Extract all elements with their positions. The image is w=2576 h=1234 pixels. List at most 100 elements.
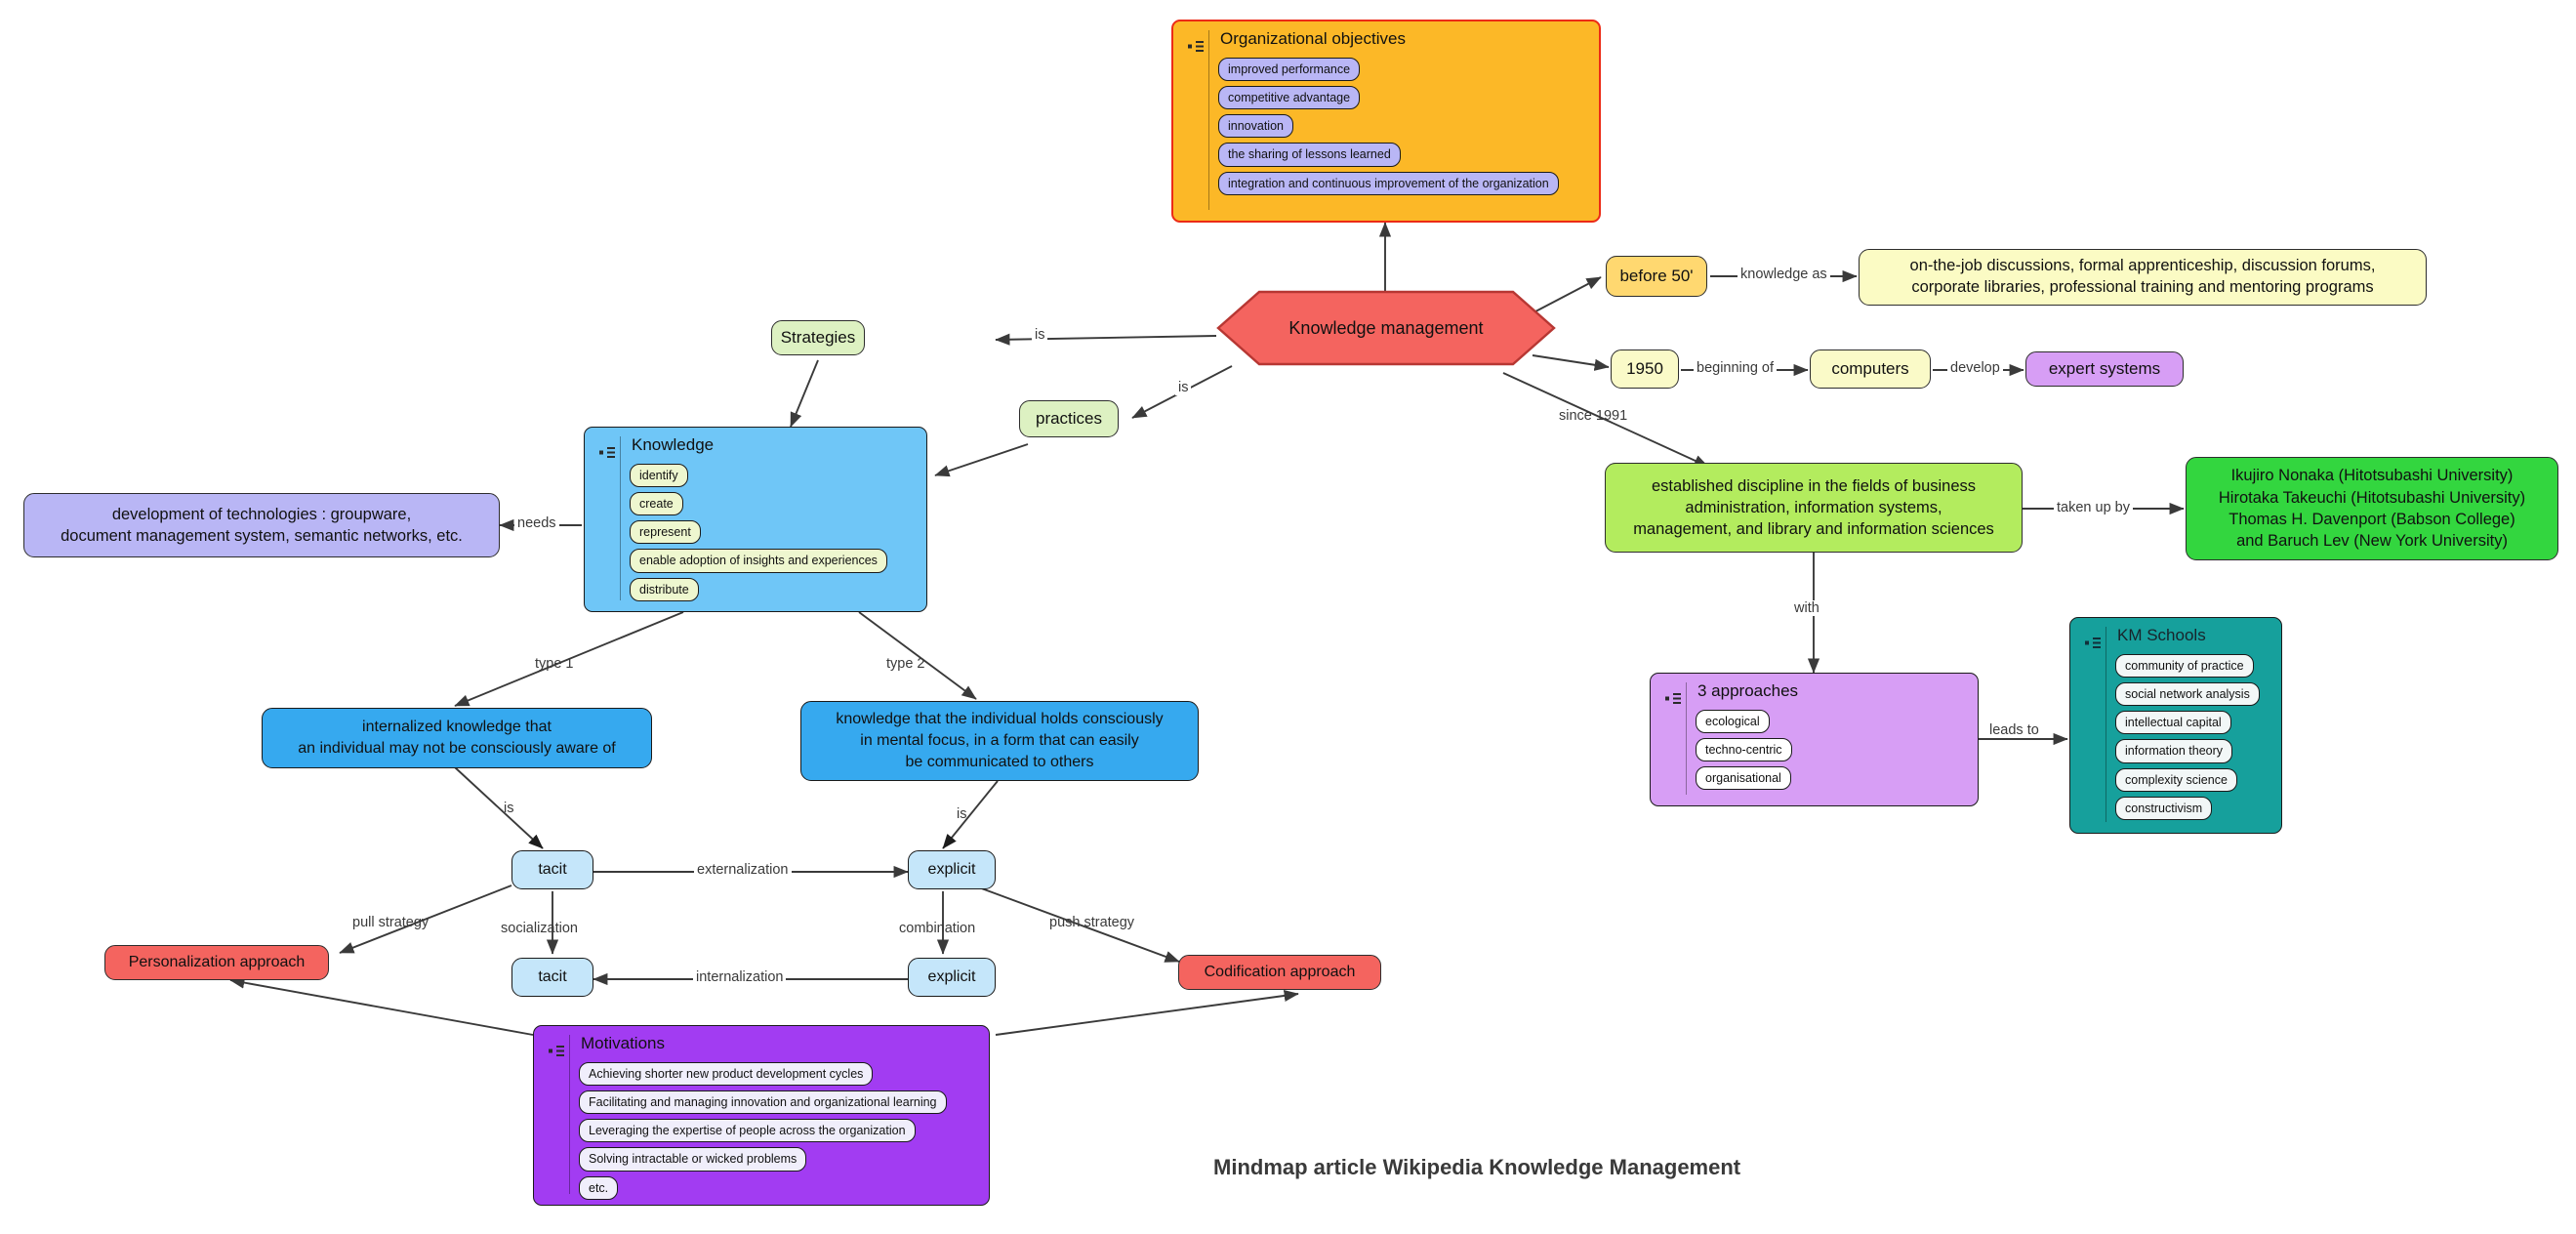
- edge-label-socialization: socialization: [501, 921, 578, 936]
- compound-title: KM Schools: [2117, 626, 2206, 644]
- node-personalization-approach[interactable]: Personalization approach: [104, 945, 329, 980]
- chip-item[interactable]: create: [630, 492, 683, 516]
- chip-item[interactable]: integration and continuous improvement o…: [1218, 171, 1559, 195]
- node-label: computers: [1831, 359, 1909, 378]
- edge-label-type-2: type 2: [886, 656, 925, 672]
- chip-item[interactable]: information theory: [2115, 739, 2233, 763]
- edge-label-is-explicit: is: [957, 806, 967, 822]
- compound-km-schools[interactable]: KM Schools community of practice social …: [2069, 617, 2282, 834]
- node-line-3: be communicated to others: [905, 754, 1094, 771]
- node-expert-systems[interactable]: expert systems: [2025, 351, 2184, 387]
- node-researchers[interactable]: Ikujiro Nonaka (Hitotsubashi University)…: [2186, 457, 2558, 560]
- compound-title: 3 approaches: [1697, 681, 1799, 700]
- node-line-2: Hirotaka Takeuchi (Hitotsubashi Universi…: [2218, 488, 2526, 507]
- edge-label-internalization: internalization: [693, 969, 787, 985]
- chip-item[interactable]: ecological: [1696, 710, 1770, 734]
- node-practices[interactable]: practices: [1019, 400, 1119, 437]
- node-tacit-knowledge-definition[interactable]: internalized knowledge that an individua…: [262, 708, 652, 768]
- divider: [620, 436, 621, 600]
- edge-label-is-strategies: is: [1032, 327, 1048, 343]
- chip-item[interactable]: Solving intractable or wicked problems: [579, 1147, 807, 1172]
- node-line-2: document management system, semantic net…: [61, 527, 463, 545]
- node-line-2: corporate libraries, professional traini…: [1911, 278, 2374, 296]
- list-menu-icon: [2080, 625, 2106, 824]
- mindmap-canvas: Knowledge management Organizational obje…: [0, 0, 2576, 1234]
- chip-item[interactable]: community of practice: [2115, 654, 2254, 679]
- edge-label-pull-strategy: pull strategy: [352, 915, 429, 930]
- edge-label-push-strategy: push strategy: [1049, 915, 1135, 930]
- root-label: Knowledge management: [1288, 317, 1484, 338]
- node-line-2: in mental focus, in a form that can easi…: [860, 731, 1139, 749]
- node-label: Codification approach: [1204, 964, 1356, 980]
- chip-item[interactable]: the sharing of lessons learned: [1218, 143, 1401, 167]
- edge-label-beginning-of: beginning of: [1694, 360, 1778, 376]
- node-codification-approach[interactable]: Codification approach: [1178, 955, 1381, 990]
- node-label: practices: [1035, 409, 1103, 428]
- compound-motivations[interactable]: Motivations Achieving shorter new produc…: [533, 1025, 990, 1206]
- root-node-knowledge-management[interactable]: Knowledge management: [1216, 290, 1556, 366]
- node-line-4: and Baruch Lev (New York University): [2236, 532, 2508, 551]
- node-before-50s[interactable]: before 50': [1606, 256, 1707, 297]
- divider: [569, 1035, 570, 1194]
- chip-item[interactable]: Facilitating and managing innovation and…: [579, 1090, 947, 1115]
- node-line-1: knowledge that the individual holds cons…: [836, 710, 1164, 727]
- node-tacit-bottom[interactable]: tacit: [511, 958, 593, 997]
- node-year-1950[interactable]: 1950: [1611, 350, 1679, 389]
- edge-label-knowledge-as: knowledge as: [1738, 267, 1830, 282]
- chip-item[interactable]: constructivism: [2115, 796, 2213, 820]
- node-line-1: development of technologies : groupware,: [111, 505, 412, 523]
- divider: [1208, 30, 1209, 210]
- list-menu-glyph: [1188, 41, 1204, 52]
- edge-label-type-1: type 1: [535, 656, 574, 672]
- node-label: explicit: [927, 968, 976, 985]
- list-menu-glyph: [599, 447, 615, 458]
- chip-item[interactable]: distribute: [630, 577, 699, 601]
- footer-title: Mindmap article Wikipedia Knowledge Mana…: [1213, 1155, 1741, 1179]
- edge-label-leads-to: leads to: [1986, 722, 2042, 738]
- node-line-1: Ikujiro Nonaka (Hitotsubashi University): [2230, 467, 2514, 485]
- edge-label-taken-up-by: taken up by: [2054, 500, 2133, 515]
- edge-label-develop: develop: [1947, 360, 2003, 376]
- chip-item[interactable]: represent: [630, 520, 701, 545]
- node-established-discipline[interactable]: established discipline in the fields of …: [1605, 463, 2023, 553]
- chip-item[interactable]: identify: [630, 464, 688, 488]
- compound-organizational-objectives[interactable]: Organizational objectives improved perfo…: [1171, 20, 1601, 223]
- node-technologies[interactable]: development of technologies : groupware,…: [23, 493, 500, 557]
- chip-item[interactable]: intellectual capital: [2115, 711, 2231, 735]
- divider: [1686, 682, 1687, 795]
- node-explicit-top[interactable]: explicit: [908, 850, 996, 889]
- chip-item[interactable]: etc.: [579, 1175, 619, 1200]
- chip-item[interactable]: competitive advantage: [1218, 86, 1361, 110]
- chip-item[interactable]: innovation: [1218, 114, 1293, 139]
- node-strategies[interactable]: Strategies: [771, 320, 865, 355]
- edge-label-is-practices: is: [1175, 380, 1192, 395]
- chip-item[interactable]: Achieving shorter new product developmen…: [579, 1062, 874, 1087]
- chip-item[interactable]: social network analysis: [2115, 682, 2260, 707]
- chip-item[interactable]: organisational: [1696, 766, 1791, 791]
- node-knowledge-as-methods[interactable]: on-the-job discussions, formal apprentic…: [1859, 249, 2427, 306]
- node-label: tacit: [538, 968, 567, 985]
- chip-item[interactable]: Leveraging the expertise of people acros…: [579, 1119, 916, 1143]
- compound-title: Knowledge: [632, 435, 715, 454]
- list-menu-icon: [1183, 28, 1208, 212]
- list-menu-glyph: [2085, 638, 2101, 648]
- node-line-2: an individual may not be consciously awa…: [298, 740, 616, 757]
- node-explicit-bottom[interactable]: explicit: [908, 958, 996, 997]
- compound-title: Motivations: [581, 1034, 665, 1052]
- chip-item[interactable]: improved performance: [1218, 58, 1361, 82]
- chip-item[interactable]: enable adoption of insights and experien…: [630, 549, 887, 573]
- node-line-1: internalized knowledge that: [362, 718, 552, 735]
- chip-item[interactable]: techno-centric: [1696, 738, 1792, 762]
- compound-knowledge[interactable]: Knowledge identify create represent enab…: [584, 427, 927, 612]
- node-line-1: established discipline in the fields of …: [1651, 476, 1977, 495]
- edge-label-externalization: externalization: [694, 862, 792, 878]
- node-computers[interactable]: computers: [1810, 350, 1931, 389]
- node-line-3: management, and library and information …: [1633, 520, 1994, 539]
- compound-3-approaches[interactable]: 3 approaches ecological techno-centric o…: [1650, 673, 1979, 806]
- list-menu-glyph: [549, 1046, 564, 1056]
- node-explicit-knowledge-definition[interactable]: knowledge that the individual holds cons…: [800, 701, 1199, 781]
- node-label: 1950: [1626, 359, 1663, 378]
- node-label: explicit: [927, 861, 976, 878]
- chip-item[interactable]: complexity science: [2115, 767, 2237, 792]
- node-tacit-top[interactable]: tacit: [511, 850, 593, 889]
